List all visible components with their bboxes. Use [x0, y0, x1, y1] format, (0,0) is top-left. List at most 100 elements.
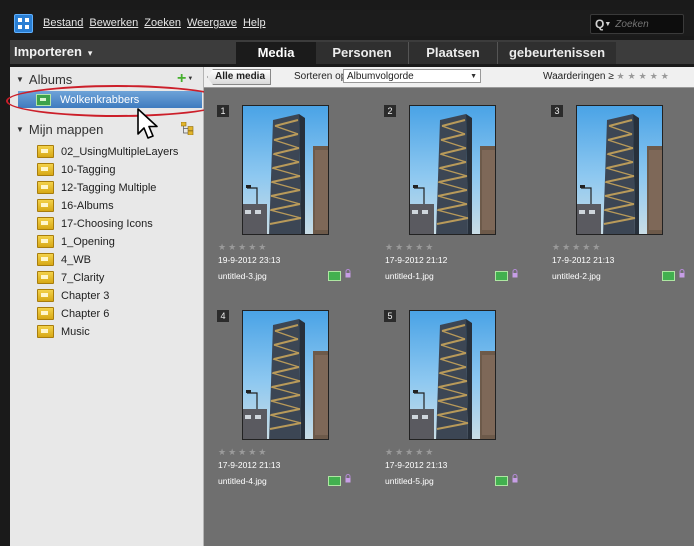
folder-item[interactable]: 1_Opening	[37, 233, 115, 250]
album-tag-icon[interactable]	[328, 271, 341, 281]
plus-icon: +	[177, 70, 187, 87]
folder-item[interactable]: Chapter 6	[37, 305, 109, 322]
keyword-tag-icon[interactable]	[512, 269, 518, 278]
folder-item[interactable]: 4_WB	[37, 251, 91, 268]
menu-help[interactable]: Help	[243, 17, 266, 29]
albums-section-header[interactable]: ▼ Albums + ▼	[10, 69, 203, 89]
sort-label: Sorteren op:	[294, 71, 350, 82]
chevron-down-icon: ▾	[87, 48, 93, 58]
sort-select[interactable]: Albumvolgorde ▼	[343, 69, 481, 83]
folder-icon	[37, 253, 54, 266]
folders-section-header[interactable]: ▼ Mijn mappen	[10, 119, 203, 139]
media-thumbnail[interactable]: 1 ★★★★★ 19-9-2012 23:13 untitled-3.jpg	[217, 105, 367, 287]
media-thumbnail[interactable]: 3 ★★★★★ 17-9-2012 21:13 untitled-2.jpg	[551, 105, 694, 287]
album-tag-icon[interactable]	[662, 271, 675, 281]
add-album-button[interactable]: + ▼	[177, 70, 194, 87]
folder-icon	[37, 163, 54, 176]
folder-icon	[37, 181, 54, 194]
folder-label: Chapter 6	[61, 307, 110, 320]
date-label: 17-9-2012 21:13	[218, 460, 281, 470]
media-toolbar: Alle media Sorteren op: Albumvolgorde ▼ …	[204, 67, 694, 88]
mouse-pointer-icon	[137, 108, 158, 139]
skyscraper-photo[interactable]	[242, 105, 329, 235]
skyscraper-photo[interactable]	[409, 310, 496, 440]
skyscraper-photo[interactable]	[409, 105, 496, 235]
folder-item[interactable]: 17-Choosing Icons	[37, 215, 153, 232]
album-tag-icon[interactable]	[328, 476, 341, 486]
search-options-chevron-icon[interactable]: ▼	[604, 21, 611, 28]
skyscraper-photo[interactable]	[242, 310, 329, 440]
skyscraper-photo[interactable]	[576, 105, 663, 235]
folder-item[interactable]: 10-Tagging	[37, 161, 115, 178]
item-number: 1	[217, 105, 229, 117]
rating-stars[interactable]: ★★★★★	[385, 447, 435, 458]
item-number: 3	[551, 105, 563, 117]
folder-item[interactable]: 02_UsingMultipleLayers	[37, 143, 178, 160]
folder-item[interactable]: Music	[37, 323, 90, 340]
albums-header-label: Albums	[28, 71, 73, 87]
import-menu-button[interactable]: Importeren ▾	[14, 40, 92, 64]
filename-label: untitled-5.jpg	[385, 476, 434, 486]
folder-label: 1_Opening	[61, 235, 115, 248]
folder-icon	[37, 145, 54, 158]
folder-label: 12-Tagging Multiple	[61, 181, 157, 194]
album-tag-icon[interactable]	[495, 271, 508, 281]
folder-label: 10-Tagging	[61, 163, 116, 176]
date-label: 19-9-2012 23:13	[218, 255, 281, 265]
ratings-stars-icon[interactable]: ★★★★★	[617, 71, 672, 81]
expand-triangle-icon[interactable]: ▼	[16, 75, 24, 84]
menu-zoeken[interactable]: Zoeken	[144, 17, 181, 29]
folder-label: Music	[61, 325, 90, 338]
folder-label: Chapter 3	[61, 289, 110, 302]
album-label: Wolkenkrabbers	[60, 93, 140, 106]
folder-item[interactable]: 16-Albums	[37, 197, 114, 214]
album-tag-icon[interactable]	[495, 476, 508, 486]
folder-label: 17-Choosing Icons	[61, 217, 153, 230]
date-label: 17-9-2012 21:12	[385, 255, 448, 265]
media-thumbnail[interactable]: 4 ★★★★★ 17-9-2012 21:13 untitled-4.jpg	[217, 310, 367, 492]
menu-bewerken[interactable]: Bewerken	[89, 17, 138, 29]
media-thumbnail[interactable]: 2 ★★★★★ 17-9-2012 21:12 untitled-1.jpg	[384, 105, 534, 287]
tab-personen[interactable]: Personen	[316, 42, 408, 64]
search-box[interactable]: Q ▼	[590, 14, 684, 34]
filename-label: untitled-3.jpg	[218, 271, 267, 281]
chevron-down-icon: ▼	[187, 76, 194, 82]
rating-stars[interactable]: ★★★★★	[218, 242, 268, 253]
folder-label: 16-Albums	[61, 199, 114, 212]
folder-item[interactable]: Chapter 3	[37, 287, 109, 304]
filename-label: untitled-2.jpg	[552, 271, 601, 281]
folder-icon	[37, 235, 54, 248]
tab-gebeurtenissen[interactable]: gebeurtenissen	[498, 42, 616, 64]
keyword-tag-icon[interactable]	[679, 269, 685, 278]
folder-item[interactable]: 12-Tagging Multiple	[37, 179, 156, 196]
folder-icon	[37, 325, 54, 338]
all-media-back-button[interactable]: Alle media	[207, 69, 272, 85]
keyword-tag-icon[interactable]	[345, 269, 351, 278]
ratings-filter[interactable]: Waarderingen ≥ ★★★★★	[543, 71, 672, 82]
tab-plaatsen[interactable]: Plaatsen	[409, 42, 497, 64]
main-tab-bar: Importeren ▾ Media Personen Plaatsen gebe…	[10, 40, 694, 64]
item-number: 2	[384, 105, 396, 117]
keyword-tag-icon[interactable]	[345, 474, 351, 483]
sort-value: Albumvolgorde	[347, 71, 414, 82]
menu-bestand[interactable]: Bestand	[43, 17, 83, 29]
folder-item[interactable]: 7_Clarity	[37, 269, 104, 286]
expand-triangle-icon[interactable]: ▼	[16, 125, 24, 134]
app-logo-icon[interactable]	[14, 13, 33, 33]
album-item-wolkenkrabbers[interactable]: Wolkenkrabbers	[18, 91, 202, 108]
keyword-tag-icon[interactable]	[512, 474, 518, 483]
album-icon	[36, 93, 51, 106]
folder-tree-view-icon[interactable]	[181, 122, 195, 135]
search-icon[interactable]: Q	[595, 17, 604, 31]
date-label: 17-9-2012 21:13	[552, 255, 615, 265]
media-thumbnail[interactable]: 5 ★★★★★ 17-9-2012 21:13 untitled-5.jpg	[384, 310, 534, 492]
folder-label: 4_WB	[61, 253, 91, 266]
rating-stars[interactable]: ★★★★★	[385, 242, 435, 253]
menu-weergave[interactable]: Weergave	[187, 17, 237, 29]
search-input[interactable]	[615, 18, 676, 30]
tab-media[interactable]: Media	[236, 42, 316, 64]
rating-stars[interactable]: ★★★★★	[218, 447, 268, 458]
item-number: 5	[384, 310, 396, 322]
rating-stars[interactable]: ★★★★★	[552, 242, 602, 253]
app-window: Bestand Bewerken Zoeken Weergave Help Q …	[0, 0, 694, 546]
